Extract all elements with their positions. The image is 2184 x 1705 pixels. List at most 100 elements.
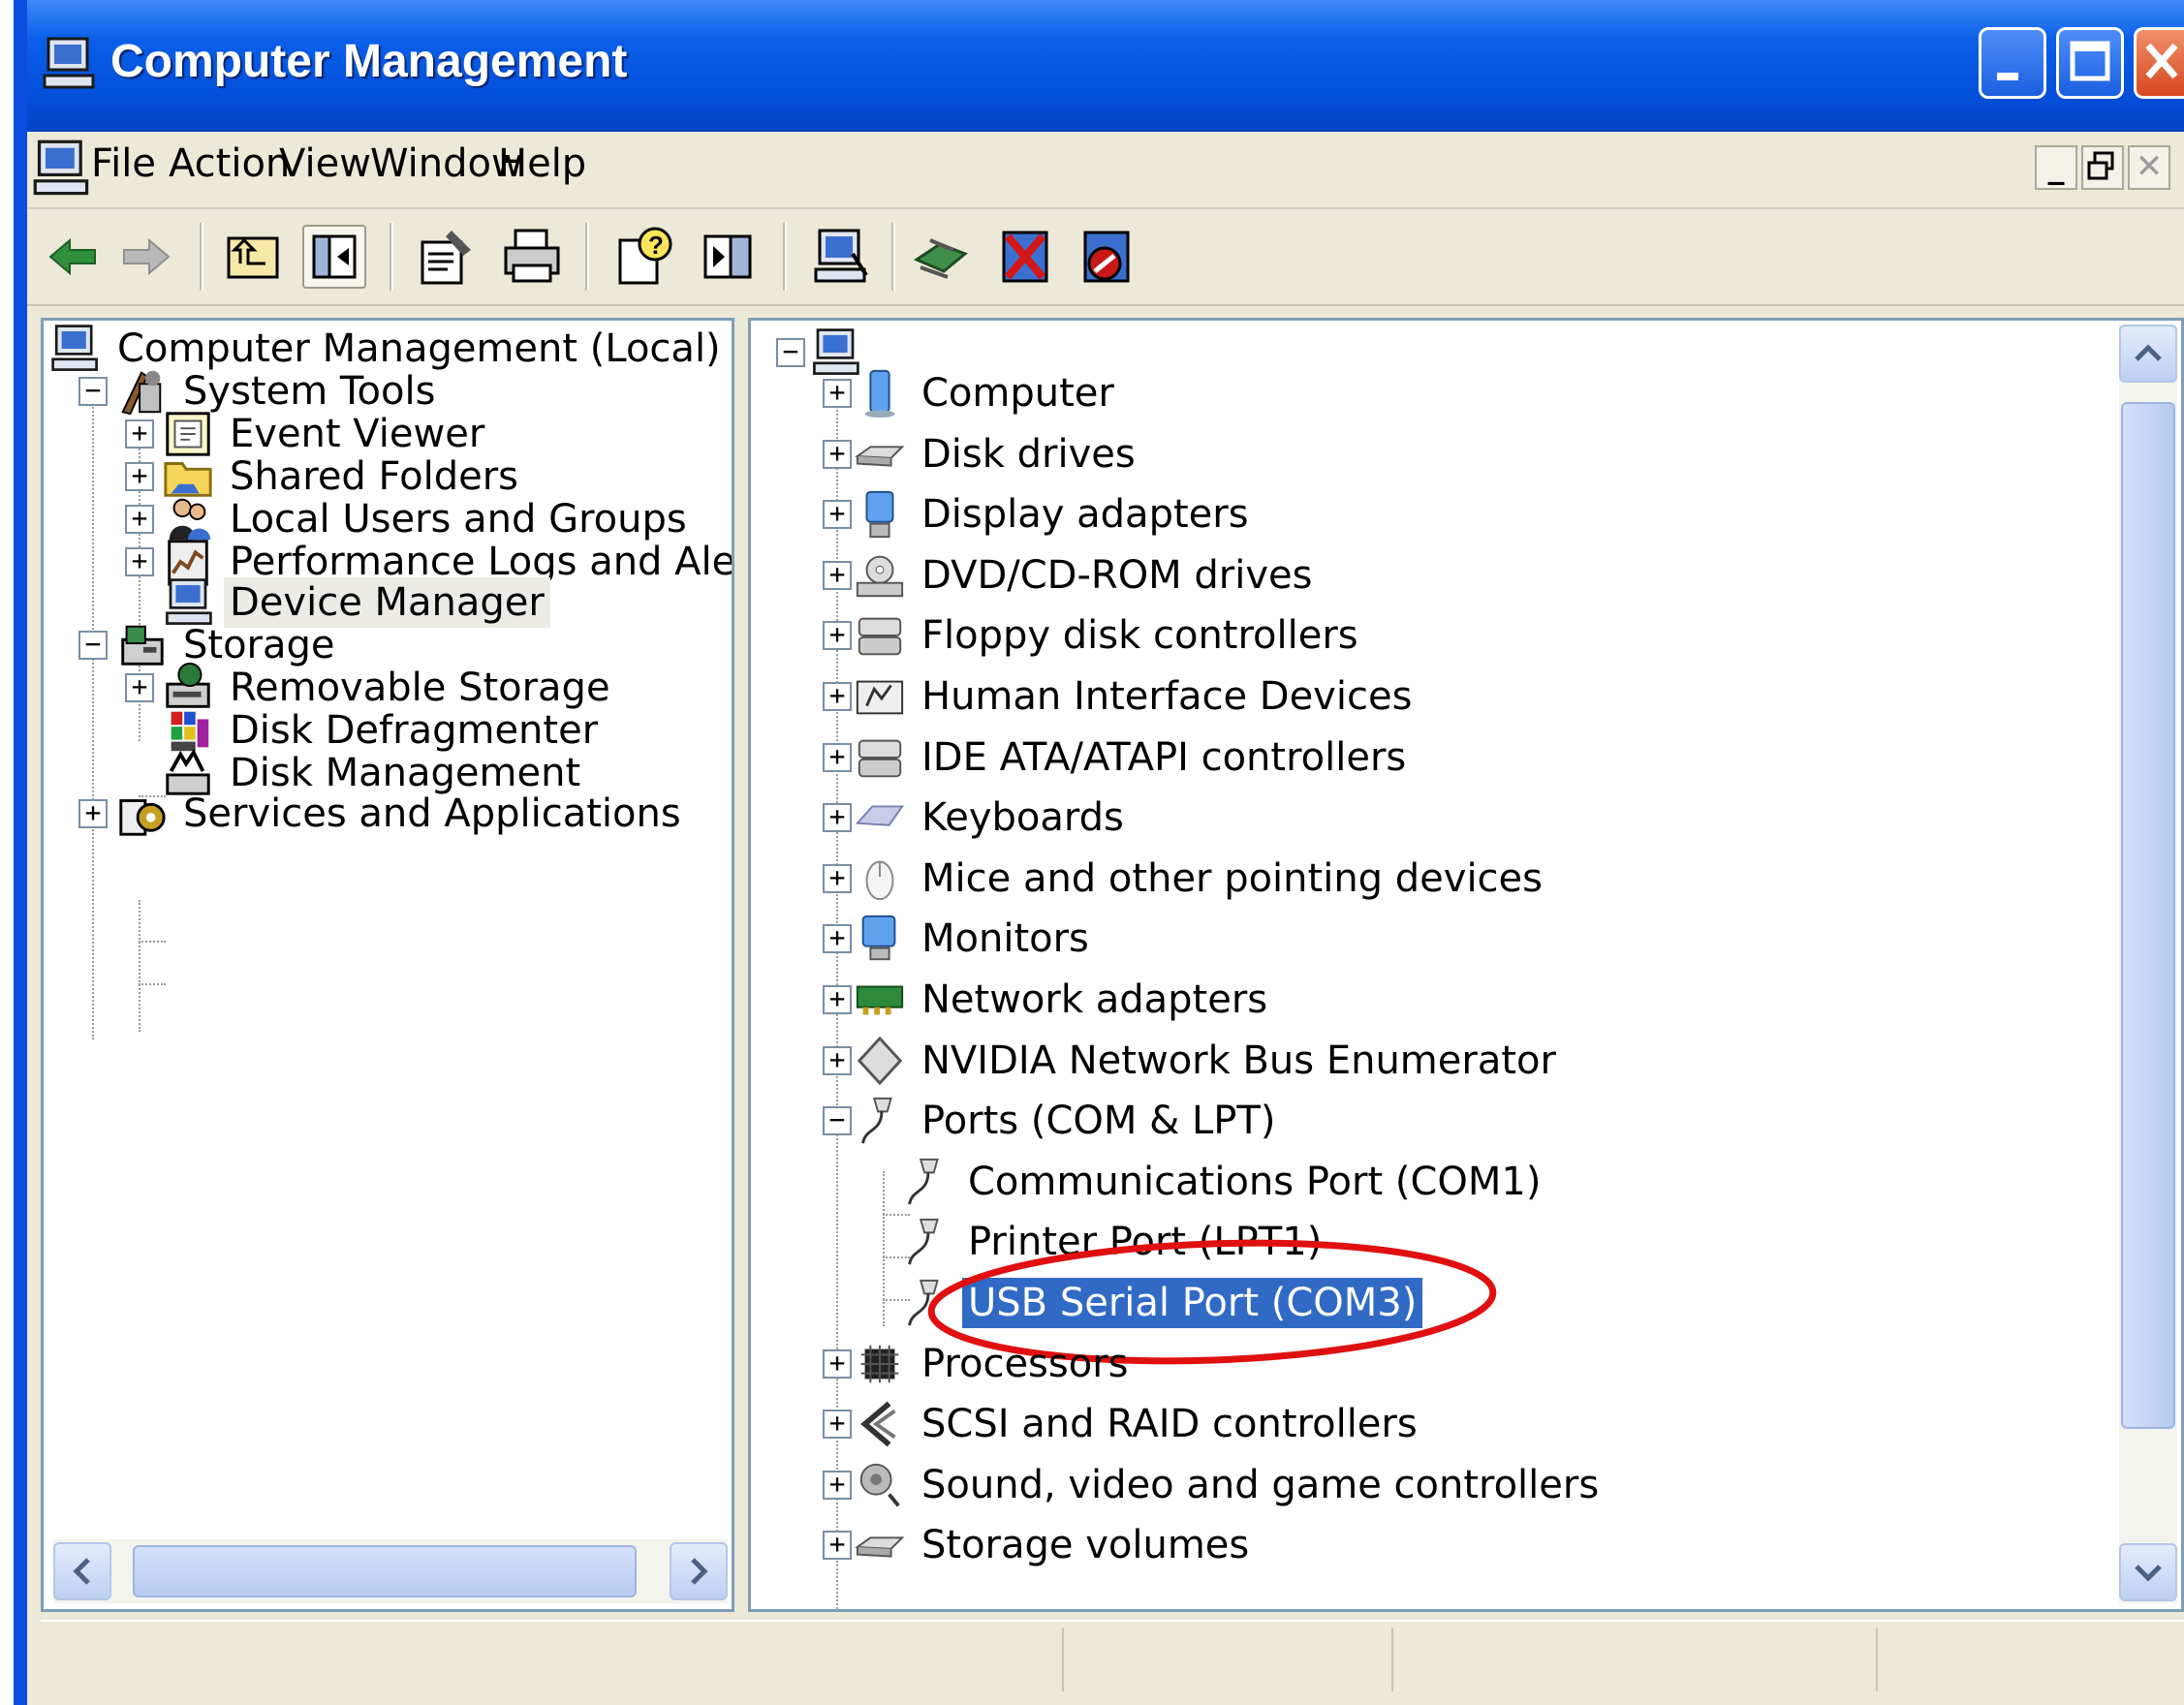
tree-line xyxy=(139,900,140,1032)
forward-button[interactable] xyxy=(114,225,178,289)
collapse-icon[interactable]: − xyxy=(823,1106,852,1136)
expand-icon[interactable]: + xyxy=(823,621,852,651)
restore-icon xyxy=(2087,151,2114,180)
computer-properties-button[interactable] xyxy=(810,225,874,289)
device-node-network[interactable]: Network adapters xyxy=(854,972,1273,1028)
back-button[interactable] xyxy=(41,225,105,289)
scroll-right-button[interactable] xyxy=(670,1542,728,1600)
expand-icon[interactable]: + xyxy=(78,799,108,828)
back-icon xyxy=(48,237,96,276)
expand-icon[interactable]: + xyxy=(823,560,852,590)
menu-action[interactable]: Action xyxy=(169,141,290,186)
up-one-level-button[interactable] xyxy=(221,225,285,289)
scan-hardware-button[interactable] xyxy=(911,225,975,289)
vertical-scroll-thumb[interactable] xyxy=(2121,402,2175,1429)
title-bar[interactable]: Computer Management xyxy=(27,0,2184,132)
device-label: Sound, video and game controllers xyxy=(921,1462,1600,1507)
device-node-disk-drives[interactable]: Disk drives xyxy=(854,426,1141,482)
tree-line xyxy=(139,941,166,943)
show-hide-action-pane-button[interactable] xyxy=(696,225,760,289)
device-node-computer[interactable]: Computer xyxy=(854,365,1120,421)
device-label: Display adapters xyxy=(921,492,1249,538)
ide-controller-icon xyxy=(858,739,902,777)
device-node-dvd[interactable]: DVD/CD-ROM drives xyxy=(854,547,1318,604)
console-tree-pane[interactable]: Computer Management (Local) − System Too… xyxy=(41,318,734,1612)
expand-icon[interactable]: + xyxy=(823,1470,852,1500)
show-hide-action-pane-icon xyxy=(703,234,752,279)
collapse-icon[interactable]: − xyxy=(78,631,108,660)
horizontal-scrollbar[interactable] xyxy=(53,1539,728,1603)
expand-icon[interactable]: + xyxy=(823,803,852,833)
vertical-scrollbar[interactable] xyxy=(2119,325,2177,1603)
device-label: DVD/CD-ROM drives xyxy=(921,552,1313,598)
expand-icon[interactable]: + xyxy=(125,547,154,576)
scroll-left-button[interactable] xyxy=(53,1542,111,1600)
expand-icon[interactable]: + xyxy=(823,1348,852,1379)
storage-icon xyxy=(121,625,164,666)
device-label: Network adapters xyxy=(921,977,1268,1022)
menu-file[interactable]: File xyxy=(91,141,156,186)
horizontal-scroll-thumb[interactable] xyxy=(133,1545,637,1597)
processor-icon xyxy=(860,1345,899,1382)
scroll-up-button[interactable] xyxy=(2119,325,2177,383)
device-node-sound[interactable]: Sound, video and game controllers xyxy=(854,1457,1605,1513)
device-node-keyboards[interactable]: Keyboards xyxy=(854,790,1130,846)
toolbar-separator xyxy=(585,223,589,291)
menu-help[interactable]: Help xyxy=(498,141,586,186)
display-adapter-icon xyxy=(865,491,894,539)
device-node-ports[interactable]: Ports (COM & LPT) xyxy=(854,1093,1281,1149)
child-minimize-button[interactable]: _ xyxy=(2035,145,2077,190)
menu-view[interactable]: View xyxy=(279,141,371,186)
device-node-ide[interactable]: IDE ATA/ATAPI controllers xyxy=(854,729,1412,786)
properties-button[interactable] xyxy=(415,225,479,289)
tree-node-services-applications[interactable]: Services and Applications xyxy=(115,786,687,842)
device-node-floppy[interactable]: Floppy disk controllers xyxy=(854,607,1364,664)
device-label: Disk drives xyxy=(921,431,1136,477)
child-restore-button[interactable] xyxy=(2081,145,2124,190)
device-node-hid[interactable]: Human Interface Devices xyxy=(854,668,1418,725)
minimize-button[interactable] xyxy=(1979,27,2046,99)
expand-icon[interactable]: + xyxy=(125,462,154,491)
expand-icon[interactable]: + xyxy=(823,500,852,530)
uninstall-button[interactable] xyxy=(994,225,1058,289)
expand-icon[interactable]: + xyxy=(125,419,154,449)
expand-icon[interactable]: + xyxy=(823,1531,852,1561)
expand-icon[interactable]: + xyxy=(823,1410,852,1440)
expand-icon[interactable]: + xyxy=(823,439,852,469)
monitor-icon xyxy=(861,915,896,961)
close-button[interactable] xyxy=(2134,27,2184,99)
expand-icon[interactable]: + xyxy=(125,673,154,702)
help-button[interactable]: ? xyxy=(612,225,676,289)
chevron-down-icon xyxy=(2135,1565,2162,1582)
expand-icon[interactable]: + xyxy=(823,1045,852,1075)
child-close-button[interactable]: ✕ xyxy=(2128,145,2170,190)
mmc-console-icon[interactable] xyxy=(33,138,91,200)
expand-icon[interactable]: + xyxy=(823,863,852,893)
print-icon xyxy=(504,229,560,283)
expand-icon[interactable]: + xyxy=(823,379,852,408)
expand-icon[interactable]: + xyxy=(823,985,852,1014)
device-label: Human Interface Devices xyxy=(921,674,1413,719)
expand-icon[interactable]: + xyxy=(823,682,852,711)
maximize-button[interactable] xyxy=(2056,27,2124,99)
device-node-storage-volumes[interactable]: Storage volumes xyxy=(854,1517,1255,1573)
device-node-display-adapters[interactable]: Display adapters xyxy=(854,486,1255,542)
device-node-nvidia[interactable]: NVIDIA Network Bus Enumerator xyxy=(854,1033,1562,1089)
print-button[interactable] xyxy=(500,225,564,289)
expand-icon[interactable]: + xyxy=(125,505,154,534)
expand-icon[interactable]: + xyxy=(823,742,852,772)
collapse-icon[interactable]: − xyxy=(78,377,108,406)
scroll-down-button[interactable] xyxy=(2119,1543,2177,1601)
device-node-com1[interactable]: Communications Port (COM1) xyxy=(900,1154,1546,1210)
device-node-mice[interactable]: Mice and other pointing devices xyxy=(854,851,1548,907)
show-hide-console-tree-button[interactable] xyxy=(302,225,366,289)
device-tree-pane[interactable]: − + Computer + Disk drives + Display adapters… xyxy=(748,318,2184,1612)
disable-button[interactable] xyxy=(1076,225,1139,289)
device-label: IDE ATA/ATAPI controllers xyxy=(921,734,1407,780)
collapse-icon[interactable]: − xyxy=(776,338,805,367)
device-node-processors[interactable]: Processors xyxy=(854,1336,1135,1392)
device-node-monitors[interactable]: Monitors xyxy=(854,911,1095,967)
computer-properties-icon xyxy=(814,229,868,283)
device-node-scsi[interactable]: SCSI and RAID controllers xyxy=(854,1396,1423,1452)
expand-icon[interactable]: + xyxy=(823,924,852,954)
